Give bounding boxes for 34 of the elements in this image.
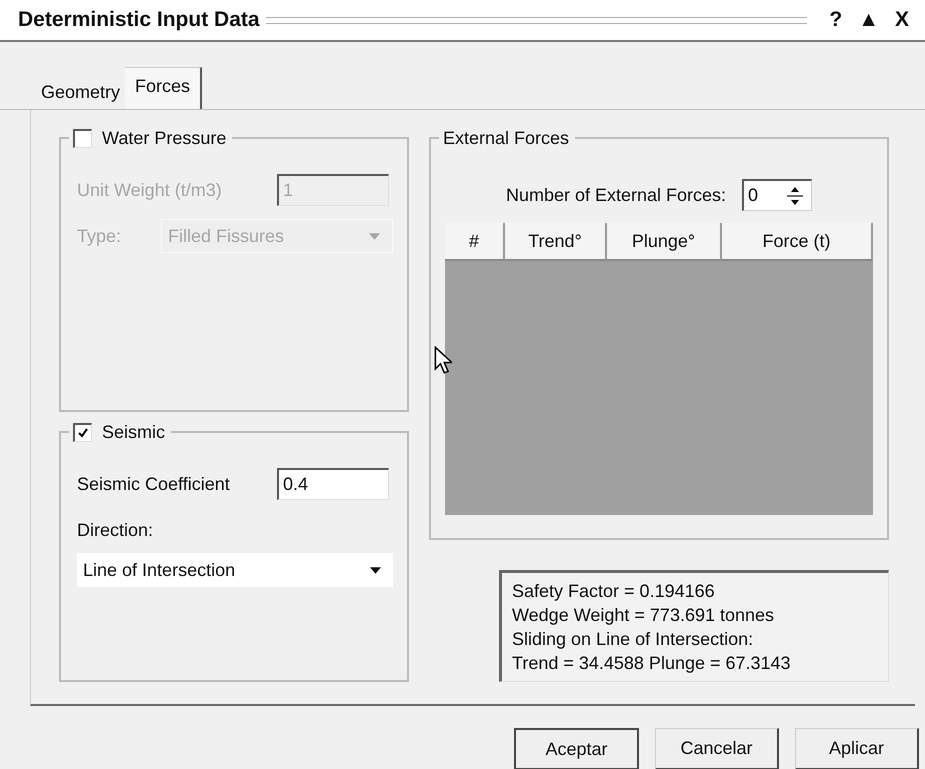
dialog-button[interactable]: Aplicar [795, 728, 919, 769]
input-field[interactable]: 0.4 [277, 468, 389, 500]
check-icon [77, 426, 89, 438]
title-bar-button[interactable]: ? [821, 8, 850, 32]
caret-icon [369, 232, 380, 240]
column-header[interactable]: # [445, 223, 505, 261]
checkbox[interactable] [73, 128, 92, 148]
group-title: External Forces [443, 128, 570, 148]
result-line: Safety Factor = 0.194166 [512, 580, 716, 603]
column-header[interactable]: Force (t) [722, 223, 873, 261]
dialog-button[interactable]: Aceptar [514, 728, 639, 769]
field-label: Number of External Forces: [506, 184, 726, 206]
field-label: Direction: [77, 520, 154, 540]
tab[interactable]: Forces [125, 67, 202, 109]
group-title: Water Pressure [102, 128, 226, 148]
window-title: Deterministic Input Data [18, 8, 260, 32]
mouse-pointer-icon [434, 346, 452, 374]
column-header[interactable]: Plunge° [607, 223, 722, 261]
dropdown[interactable]: Line of Intersection [77, 553, 393, 587]
column-header[interactable]: Trend° [505, 223, 607, 261]
result-line: Wedge Weight = 773.691 tonnes [512, 604, 776, 627]
field-label: Seismic Coefficient [77, 474, 231, 494]
dialog-button[interactable]: Cancelar [655, 728, 779, 769]
spin-box[interactable]: 0 [742, 179, 812, 211]
result-line: Trend = 34.4588 Plunge = 67.3143 [512, 652, 792, 675]
title-bar-button[interactable]: X [886, 8, 917, 32]
checkbox[interactable] [73, 422, 92, 442]
tab[interactable]: Geometry [36, 76, 126, 109]
field-label: Type: [77, 226, 122, 246]
field-label: Unit Weight (t/m3) [77, 180, 223, 200]
group-title: Seismic [102, 422, 166, 442]
result-line: Sliding on Line of Intersection: [512, 628, 754, 651]
caret-icon [370, 566, 381, 574]
title-bar-button[interactable]: ▲ [850, 8, 887, 32]
